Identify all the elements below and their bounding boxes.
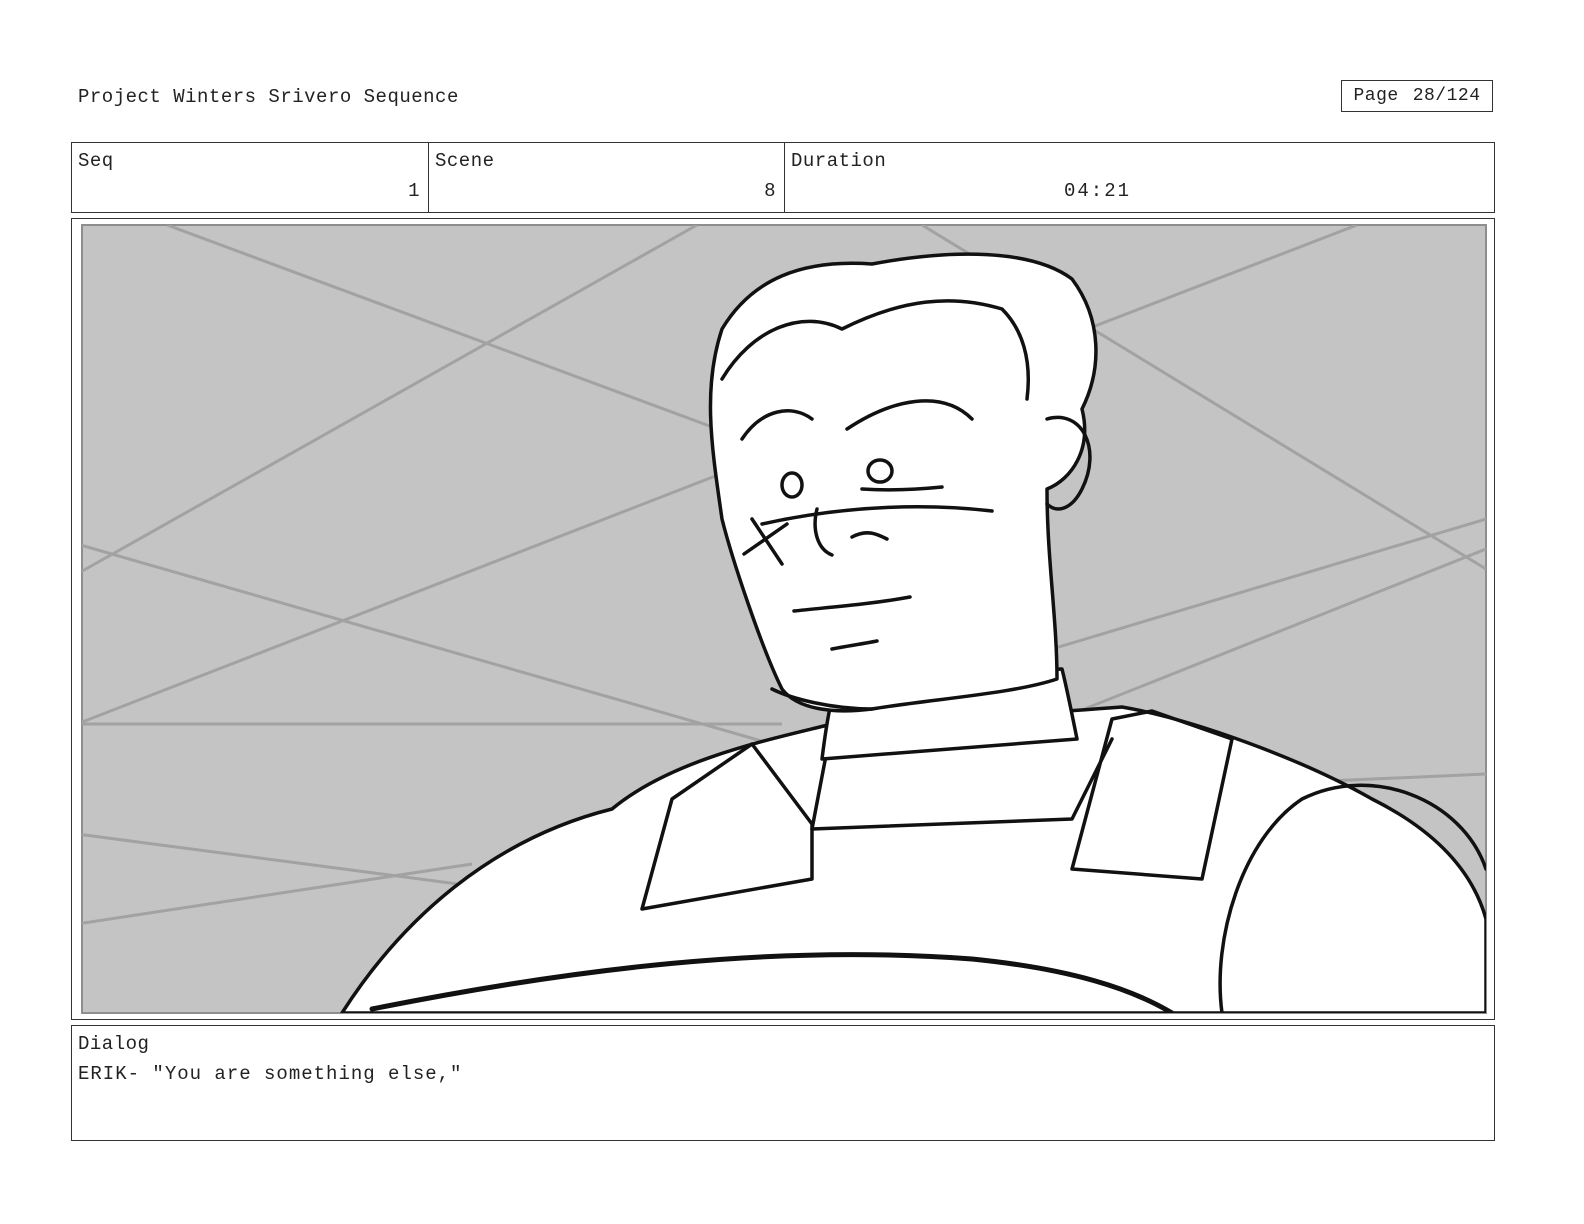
seq-value: 1 — [408, 180, 420, 202]
page-number: 28/124 — [1412, 86, 1481, 106]
shot-info-row: Seq 1 Scene 8 Duration 04:21 — [71, 142, 1495, 213]
head-shape — [708, 252, 1098, 713]
page-label: Page — [1353, 86, 1399, 106]
seq-cell: Seq 1 — [72, 143, 428, 212]
seq-label: Seq — [78, 150, 114, 172]
scene-value: 8 — [764, 180, 776, 202]
duration-value: 04:21 — [1064, 180, 1132, 202]
dialog-box: Dialog ERIK- "You are something else," — [71, 1025, 1495, 1141]
dialog-label: Dialog — [78, 1033, 150, 1055]
project-title: Project Winters Srivero Sequence — [78, 86, 459, 108]
scene-label: Scene — [435, 150, 495, 172]
page-indicator: Page 28/124 — [1341, 80, 1493, 112]
panel-sketch — [81, 224, 1487, 1014]
dialog-text: ERIK- "You are something else," — [78, 1063, 463, 1085]
duration-label: Duration — [791, 150, 887, 172]
scene-cell: Scene 8 — [428, 143, 784, 212]
duration-cell: Duration 04:21 — [784, 143, 1494, 212]
storyboard-panel — [71, 218, 1495, 1020]
